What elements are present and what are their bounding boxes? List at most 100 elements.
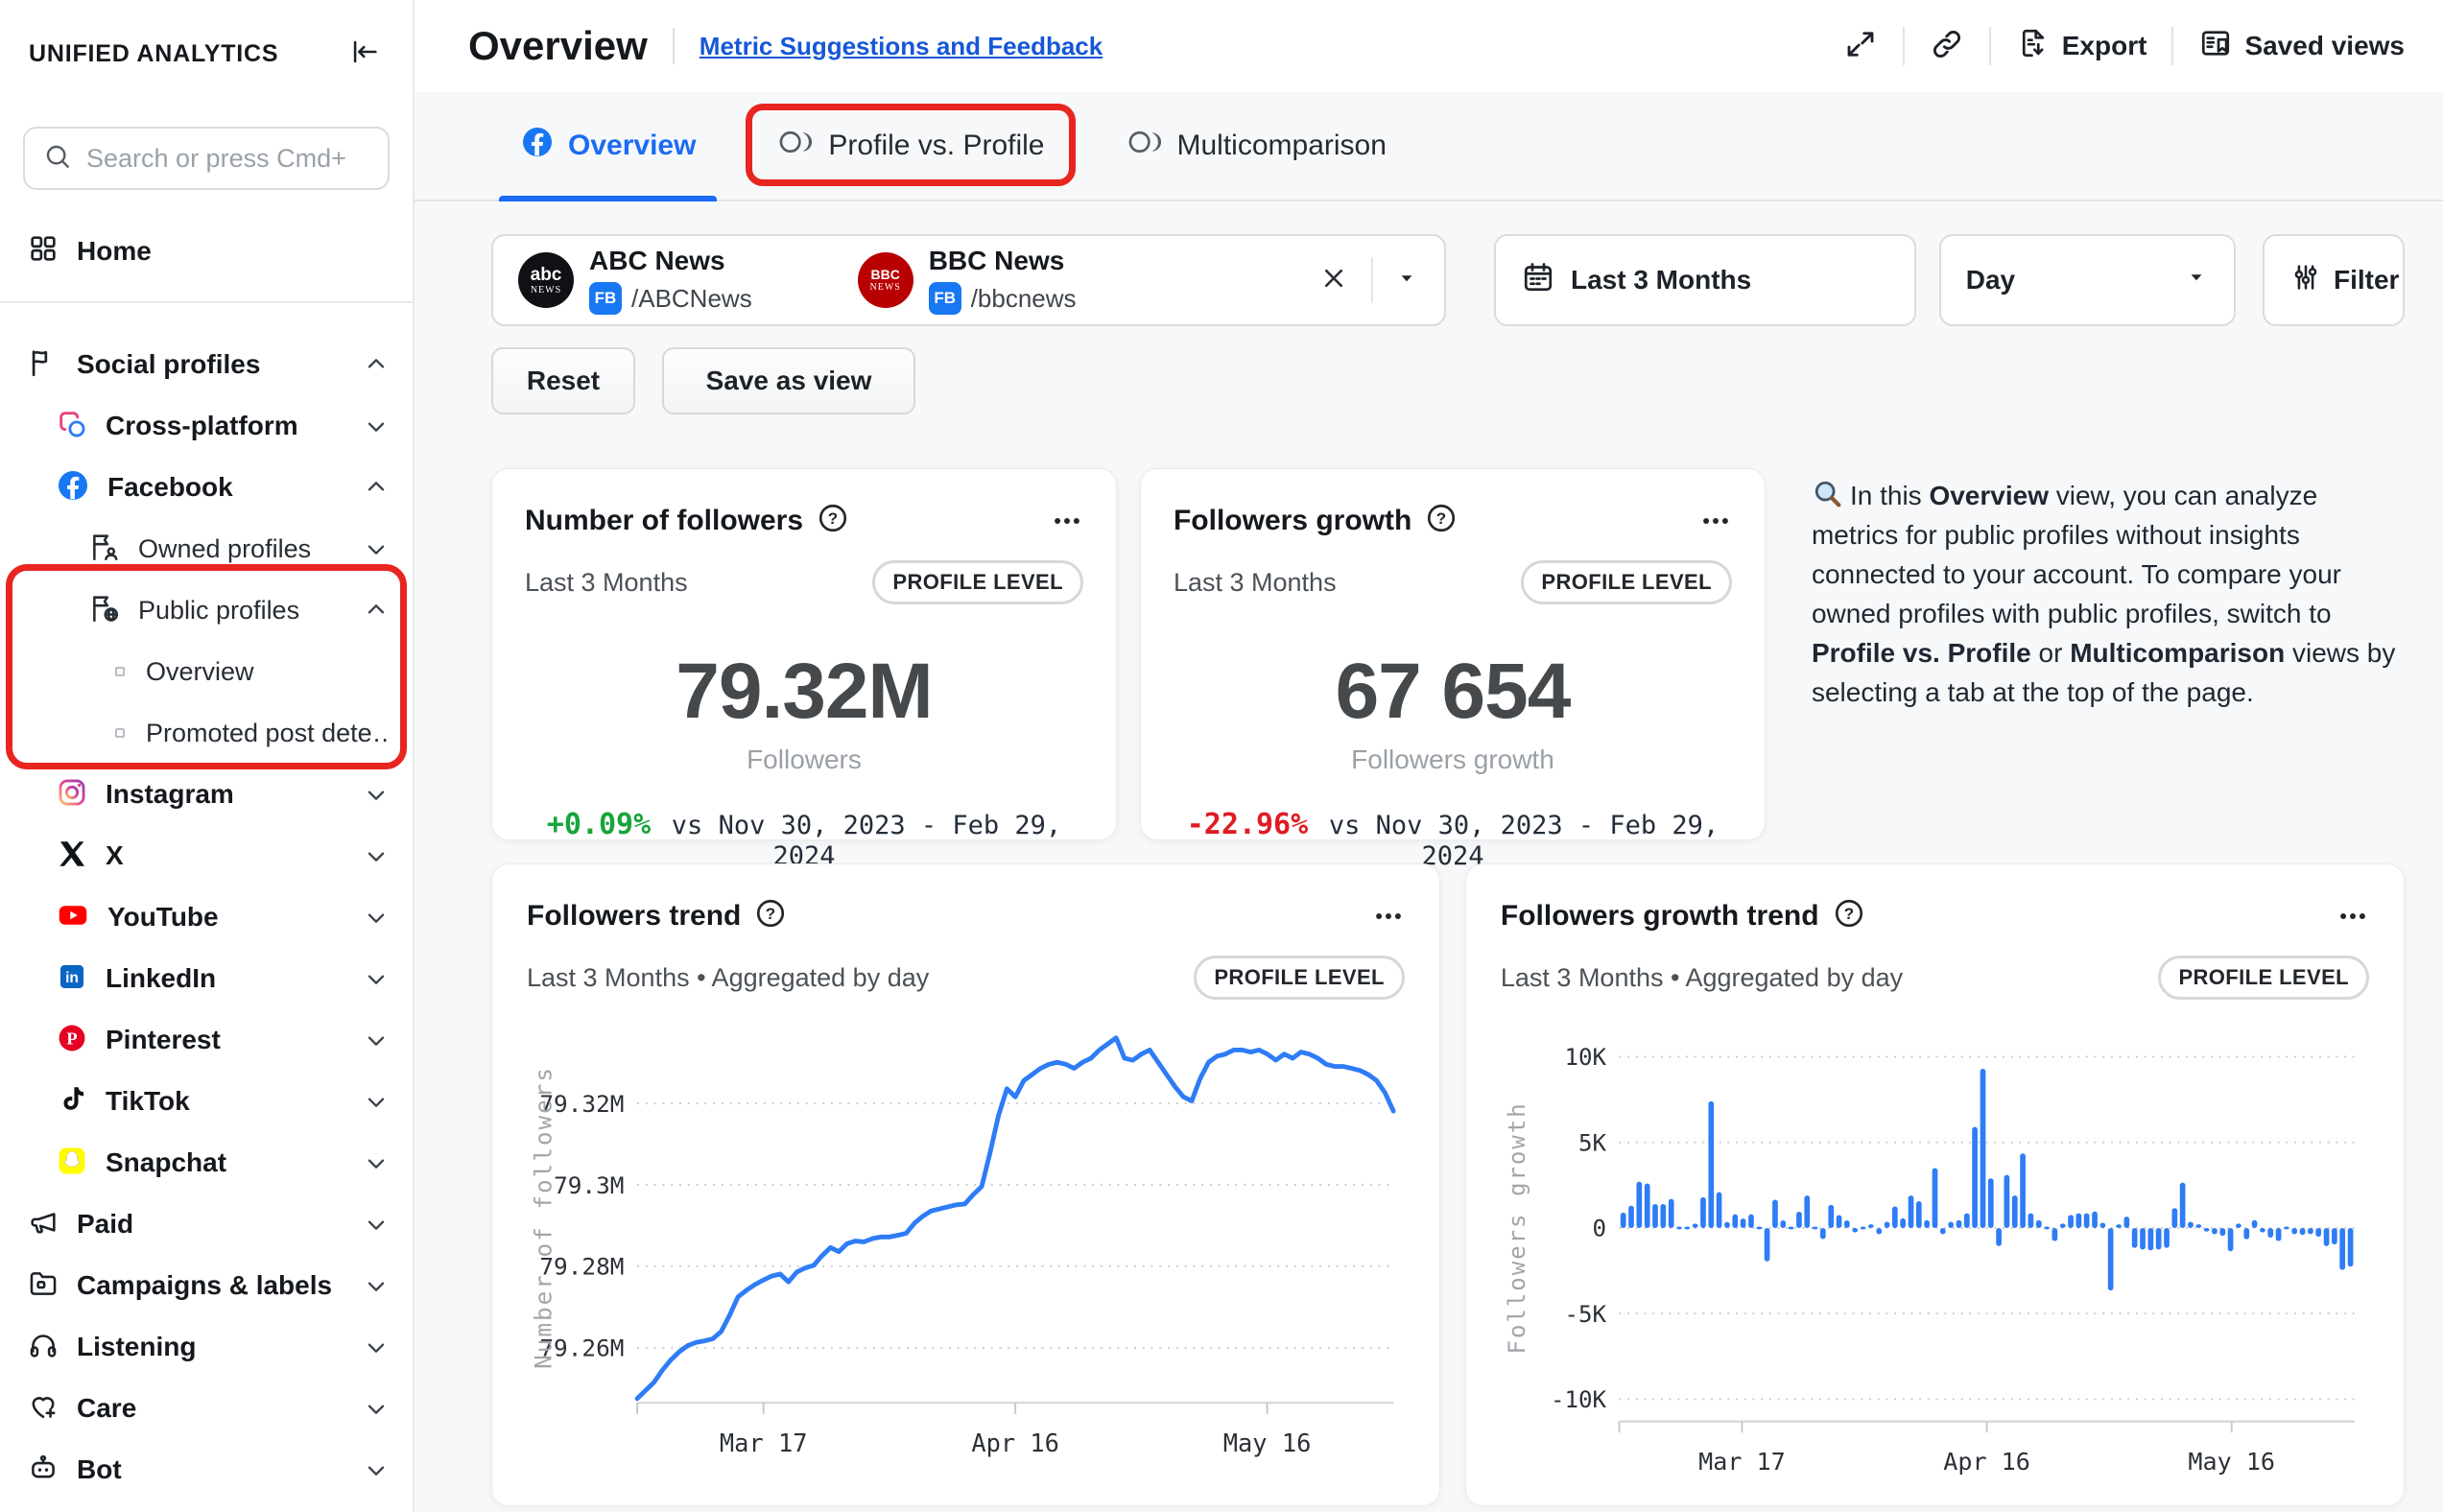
sidebar-item-owned-profiles[interactable]: Owned profiles	[0, 518, 413, 579]
sidebar-item-label: X	[106, 840, 124, 871]
chevron-down-icon	[363, 1334, 390, 1360]
help-icon[interactable]: ?	[754, 897, 787, 934]
aggregation-dropdown[interactable]: Day	[1939, 234, 2236, 326]
linkedin-icon: in	[56, 960, 88, 998]
expand-icon[interactable]	[1843, 27, 1878, 66]
stat-value: 79.32M	[525, 647, 1083, 737]
sidebar-nav: Social profiles Cross-platform Facebook …	[0, 334, 413, 1500]
sidebar-item-facebook[interactable]: Facebook	[0, 457, 413, 518]
card-period: Last 3 Months • Aggregated by day	[1501, 963, 1903, 993]
sidebar-item-listening[interactable]: Listening	[0, 1316, 413, 1378]
sidebar-item-youtube[interactable]: YouTube	[0, 886, 413, 948]
megaphone-icon	[27, 1206, 59, 1243]
view-tabs: Overview Profile vs. Profile Multicompar…	[415, 92, 2443, 201]
svg-text:10K: 10K	[1564, 1044, 1606, 1071]
chevron-down-icon	[363, 965, 390, 992]
help-icon[interactable]: ?	[1425, 502, 1458, 539]
note-text: In this	[1850, 481, 1929, 510]
clear-selection-icon[interactable]	[1317, 262, 1350, 299]
share-link-icon[interactable]	[1930, 27, 1964, 66]
profile-level-badge: PROFILE LEVEL	[2158, 956, 2369, 1000]
chevron-up-icon	[363, 351, 390, 378]
sidebar-item-pinterest[interactable]: P Pinterest	[0, 1009, 413, 1071]
page-header: Overview Metric Suggestions and Feedback…	[415, 0, 2443, 92]
robot-icon	[27, 1452, 59, 1489]
app-window: UNIFIED ANALYTICS Home Social prof	[0, 0, 2443, 1512]
profile-level-badge: PROFILE LEVEL	[1521, 560, 1732, 604]
card-menu-icon[interactable]	[1699, 505, 1732, 537]
card-menu-icon[interactable]	[2336, 900, 2369, 933]
filter-button[interactable]: Filter	[2263, 234, 2405, 326]
export-label: Export	[2062, 31, 2147, 61]
profile-level-badge: PROFILE LEVEL	[872, 560, 1083, 604]
sidebar-item-campaigns-labels[interactable]: Campaigns & labels	[0, 1255, 413, 1316]
magnifier-icon	[1812, 481, 1850, 510]
sidebar-item-snapchat[interactable]: Snapchat	[0, 1132, 413, 1193]
sidebar-item-public-profiles[interactable]: Public profiles	[0, 579, 413, 641]
chevron-down-icon	[363, 1027, 390, 1053]
tab-profile-vs-profile[interactable]: Profile vs. Profile	[776, 92, 1044, 200]
svg-text:5K: 5K	[1578, 1129, 1607, 1156]
sidebar-item-label: Owned profiles	[138, 534, 311, 564]
calendar-icon	[1521, 260, 1555, 301]
sidebar-item-label: Listening	[77, 1332, 196, 1362]
sidebar-item-paid[interactable]: Paid	[0, 1193, 413, 1255]
sidebar-item-label: Promoted post dete…	[146, 719, 390, 748]
date-range-picker[interactable]: Last 3 Months	[1494, 234, 1916, 326]
profile-chip-abc-news: abc NEWS ABC News FB /ABCNews	[518, 246, 752, 315]
export-button[interactable]: Export	[2016, 26, 2147, 67]
tab-label: Overview	[568, 130, 696, 162]
header-divider	[673, 28, 675, 64]
sidebar-divider	[0, 301, 413, 303]
help-icon[interactable]: ?	[1833, 897, 1865, 934]
svg-text:Apr 16: Apr 16	[1943, 1448, 2030, 1476]
chevron-up-icon	[363, 474, 390, 501]
stat-value-label: Followers growth	[1174, 744, 1732, 775]
headphones-icon	[27, 1329, 59, 1366]
card-title: Number of followers	[525, 505, 803, 537]
sidebar-item-label: YouTube	[107, 902, 219, 933]
sidebar-item-cross-platform[interactable]: Cross-platform	[0, 395, 413, 457]
collapse-sidebar-button[interactable]	[345, 35, 384, 73]
svg-text:Followers growth: Followers growth	[1504, 1101, 1530, 1354]
tab-overview[interactable]: Overview	[520, 92, 696, 200]
search-input[interactable]	[86, 144, 345, 174]
sidebar-search[interactable]	[23, 127, 390, 190]
chevron-down-icon	[363, 1456, 390, 1483]
toolbar-divider	[1903, 27, 1905, 65]
profile-selector[interactable]: abc NEWS ABC News FB /ABCNews	[491, 234, 1446, 326]
card-menu-icon[interactable]	[1051, 505, 1083, 537]
sidebar-item-overview[interactable]: Overview	[0, 641, 413, 702]
compare-circles-icon	[776, 126, 815, 166]
folder-icon	[27, 1267, 59, 1305]
sidebar-item-label: Home	[77, 236, 152, 267]
saved-views-label: Saved views	[2244, 31, 2405, 61]
svg-text:Mar 17: Mar 17	[720, 1429, 808, 1457]
sidebar-item-label: Cross-platform	[106, 411, 298, 441]
chevron-down-icon	[363, 413, 390, 439]
reset-button[interactable]: Reset	[491, 347, 635, 414]
sidebar-item-tiktok[interactable]: TikTok	[0, 1071, 413, 1132]
sidebar-item-care[interactable]: Care	[0, 1378, 413, 1439]
caret-down-icon[interactable]	[1394, 266, 1419, 295]
tab-label: Profile vs. Profile	[828, 130, 1044, 162]
sidebar-item-linkedin[interactable]: in LinkedIn	[0, 948, 413, 1009]
cross-platform-icon	[56, 408, 88, 445]
sidebar-item-social-profiles[interactable]: Social profiles	[0, 334, 413, 395]
content-area: abc NEWS ABC News FB /ABCNews	[415, 201, 2443, 1512]
sidebar-item-bot[interactable]: Bot	[0, 1439, 413, 1500]
sidebar-item-home[interactable]: Home	[27, 223, 413, 280]
chevron-up-icon	[363, 597, 390, 624]
help-icon[interactable]: ?	[817, 502, 849, 539]
sidebar-item-label: TikTok	[106, 1086, 190, 1117]
svg-text:Apr 16: Apr 16	[971, 1429, 1059, 1457]
tab-multicomparison[interactable]: Multicomparison	[1126, 92, 1387, 200]
save-as-view-button[interactable]: Save as view	[662, 347, 915, 414]
card-menu-icon[interactable]	[1372, 900, 1405, 933]
sidebar-item-instagram[interactable]: Instagram	[0, 764, 413, 825]
saved-views-button[interactable]: Saved views	[2198, 26, 2405, 67]
search-icon	[42, 141, 73, 177]
metric-suggestions-link[interactable]: Metric Suggestions and Feedback	[700, 32, 1103, 61]
sidebar-item-promoted-post-detection[interactable]: Promoted post dete…	[0, 702, 413, 764]
sidebar-item-x[interactable]: X	[0, 825, 413, 886]
